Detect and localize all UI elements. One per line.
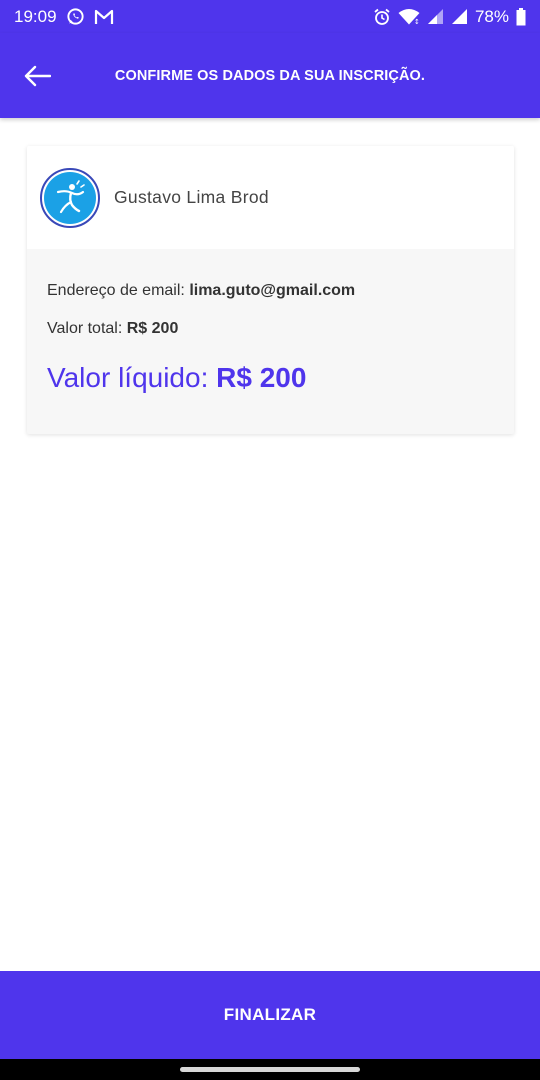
email-value: lima.guto@gmail.com [189, 282, 356, 299]
arrow-left-icon [24, 65, 51, 86]
system-nav-bar [0, 1059, 540, 1080]
battery-percent: 78% [474, 6, 509, 26]
avatar [40, 167, 100, 228]
status-time: 19:09 [14, 6, 57, 26]
wifi-icon: ↕ [398, 8, 420, 25]
whatsapp-icon [66, 7, 85, 26]
home-gesture-handle[interactable] [180, 1067, 360, 1072]
page-title: CONFIRME OS DADOS DA SUA INSCRIÇÃO. [114, 67, 426, 84]
alarm-icon [373, 8, 391, 26]
net-value-row: Valor líquido: R$ 200 [47, 361, 514, 395]
signal-icon [427, 8, 444, 25]
net-value: R$ 200 [216, 362, 307, 393]
email-row: Endereço de email: lima.guto@gmail.com [47, 281, 514, 301]
total-row: Valor total: R$ 200 [47, 319, 514, 339]
signal-icon [451, 8, 468, 25]
card-header: Gustavo Lima Brod [27, 146, 514, 249]
status-left: 19:09 [14, 7, 114, 27]
back-button[interactable] [0, 33, 74, 118]
net-label: Valor líquido: [47, 362, 209, 393]
status-right: ↕ 78% [373, 7, 526, 27]
svg-text:↕: ↕ [414, 18, 420, 25]
total-label: Valor total: [47, 320, 123, 337]
app-screen: 19:09 ↕ 78% CONFIRME OS DADOS DA SUA INS… [0, 0, 540, 1080]
finalize-button[interactable]: FINALIZAR [0, 971, 540, 1059]
app-bar: CONFIRME OS DADOS DA SUA INSCRIÇÃO. [0, 33, 540, 118]
total-value: R$ 200 [126, 320, 179, 337]
card-body: Endereço de email: lima.guto@gmail.com V… [27, 249, 514, 395]
battery-icon [516, 7, 526, 26]
registration-summary-card: Gustavo Lima Brod Endereço de email: lim… [27, 146, 514, 434]
status-bar: 19:09 ↕ 78% [0, 0, 540, 33]
user-name: Gustavo Lima Brod [114, 187, 269, 207]
dancer-logo-icon [44, 171, 96, 224]
gmail-icon [94, 9, 114, 25]
email-label: Endereço de email: [47, 282, 185, 299]
